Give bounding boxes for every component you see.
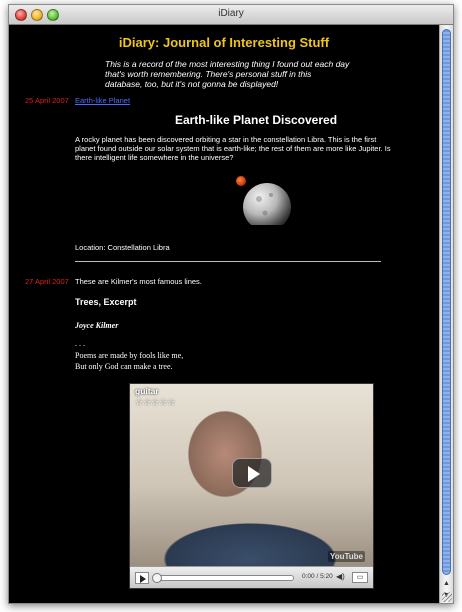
- scroll-up-arrow-icon[interactable]: ▲: [440, 578, 453, 590]
- poem-title: Trees, Excerpt: [75, 297, 137, 307]
- play-button[interactable]: [135, 572, 149, 584]
- entry-date: 27 April 2007: [25, 277, 69, 286]
- video-rating-stars[interactable]: ☆☆☆☆☆: [135, 397, 175, 408]
- entry-body: A rocky planet has been discovered orbit…: [75, 135, 391, 162]
- poem-line: Poems are made by fools like me,: [75, 351, 184, 360]
- poem-ellipsis: . . .: [75, 339, 85, 348]
- page-subtitle: This is a record of the most interesting…: [105, 59, 350, 89]
- youtube-logo[interactable]: YouTube: [327, 551, 365, 562]
- entry-location: Location: Constellation Libra: [75, 243, 170, 252]
- volume-icon[interactable]: ◀): [336, 572, 345, 581]
- entry-intro: These are Kilmer's most famous lines.: [75, 277, 202, 286]
- video-time: 0:00 / 5:20: [302, 573, 333, 580]
- page-title: iDiary: Journal of Interesting Stuff: [118, 35, 330, 50]
- big-play-button[interactable]: [232, 458, 272, 488]
- browser-window: iDiary iDiary: Journal of Interesting St…: [8, 4, 454, 604]
- planet-image: [221, 169, 291, 231]
- resize-grip-icon[interactable]: [442, 592, 452, 602]
- poem-line: But only God can make a tree.: [75, 362, 173, 371]
- progress-handle[interactable]: [152, 573, 162, 583]
- video-controls: 0:00 / 5:20 ◀) ▭: [130, 566, 373, 588]
- entry-heading: Earth-like Planet Discovered: [174, 113, 338, 127]
- page-content: iDiary: Journal of Interesting Stuff Thi…: [9, 25, 439, 603]
- scrollbar-thumb[interactable]: [442, 29, 451, 575]
- vertical-scrollbar[interactable]: ▲ ▼: [439, 25, 453, 603]
- entry-date: 25 April 2007: [25, 96, 69, 105]
- progress-bar[interactable]: [152, 573, 294, 583]
- video-title[interactable]: guitar: [135, 386, 159, 396]
- video-player[interactable]: guitar ☆☆☆☆☆ YouTube 0:00 / 5:20 ◀) ▭: [129, 383, 374, 589]
- planet-icon: [236, 176, 291, 231]
- window-title: iDiary: [218, 8, 244, 19]
- poem-author: Joyce Kilmer: [75, 321, 119, 330]
- fullscreen-icon[interactable]: ▭: [352, 572, 368, 583]
- play-icon: [248, 466, 260, 482]
- title-bar: iDiary: [9, 5, 453, 25]
- entry-link-earth-like-planet[interactable]: Earth-like Planet: [75, 96, 130, 105]
- play-icon: [140, 575, 146, 583]
- entry-divider: [75, 261, 381, 262]
